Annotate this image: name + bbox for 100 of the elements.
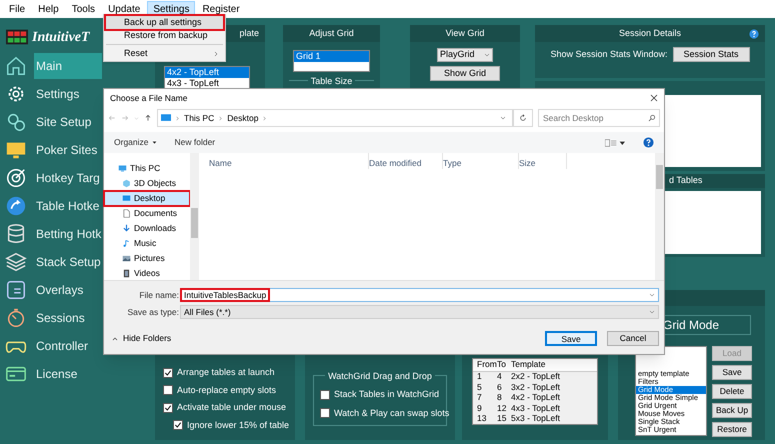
document-icon <box>122 209 131 218</box>
file-type-dropdown[interactable]: All Files (*.*) <box>180 305 659 319</box>
list-item[interactable]: Grid 1 <box>294 51 369 62</box>
toolbar-button[interactable]: New folder <box>174 136 216 149</box>
checkbox[interactable] <box>320 408 330 418</box>
checkbox[interactable] <box>173 420 183 430</box>
sidebar-item[interactable]: Site Setup <box>34 109 92 135</box>
sidebar-item[interactable]: Sessions <box>34 305 85 331</box>
menu-item-label: Restore from backup <box>124 28 208 42</box>
template-button[interactable]: Back Up <box>712 403 752 418</box>
column-header[interactable]: Type <box>443 153 519 169</box>
checkbox[interactable] <box>163 402 173 413</box>
table-cell-text: 3x2 - TopLeft <box>510 381 561 394</box>
list-item[interactable]: 4x2 - TopLeft <box>165 67 249 78</box>
sidebar-item[interactable]: Settings <box>34 81 80 107</box>
folder-tree-item[interactable]: 3D Objects <box>104 176 190 191</box>
table-cell-text: 4 <box>496 370 503 384</box>
menu-item-label: Back up all settings <box>124 16 202 29</box>
panel-title: plate <box>239 26 259 40</box>
folder-tree-item[interactable]: Music <box>104 236 190 251</box>
scrollbar[interactable] <box>655 153 664 280</box>
grid-dropdown[interactable]: PlayGrid <box>437 48 493 62</box>
checkbox[interactable] <box>163 368 173 378</box>
chevron-down-icon <box>649 309 655 315</box>
scrollbar[interactable] <box>190 153 199 280</box>
address-bar[interactable]: This PC Desktop <box>157 109 513 127</box>
template-button[interactable]: Save <box>712 365 752 380</box>
column-header[interactable]: To <box>495 358 509 371</box>
search-icon <box>648 114 656 122</box>
folder-tree-item[interactable]: Documents <box>104 206 190 221</box>
list-box[interactable]: Grid 1 <box>293 50 370 72</box>
target-icon <box>5 167 27 189</box>
toolbar-button[interactable]: Organize <box>114 136 156 149</box>
checkbox-label: Activate table under mouse <box>177 401 286 414</box>
folder-tree-item[interactable]: Desktop <box>104 191 190 206</box>
help-icon <box>749 29 759 39</box>
sidebar-item[interactable]: License <box>34 361 78 387</box>
chevron-right-icon <box>175 116 180 120</box>
table-cell-text: 8 <box>496 391 503 404</box>
checkbox[interactable] <box>163 385 173 396</box>
template-button[interactable]: Delete <box>712 384 752 399</box>
checkbox-label: Stack Tables in WatchGrid <box>334 388 440 401</box>
column-header[interactable]: Date modified <box>369 153 443 169</box>
monitor-icon <box>122 194 131 203</box>
column-header[interactable]: Size <box>519 153 567 169</box>
breadcrumb-item[interactable]: Desktop <box>227 112 258 124</box>
sidebar-item[interactable]: Table Hotke <box>34 193 100 219</box>
dialog-title: Choose a File Name <box>110 92 188 104</box>
refresh-icon <box>519 114 527 122</box>
sidebar-item[interactable]: Stack Setup <box>34 249 101 275</box>
panel-title: Adjust Grid <box>309 26 354 40</box>
table-cell-text: 1 <box>476 370 483 384</box>
list-box[interactable]: 4x2 - TopLeft 4x3 - TopLeft <box>164 66 250 90</box>
folder-tree-item[interactable]: Downloads <box>104 221 190 236</box>
chevron-right-icon <box>262 116 268 120</box>
menu-item[interactable]: Reset <box>106 47 223 60</box>
search-field[interactable]: Search Desktop <box>538 109 660 127</box>
field-label: File name: <box>138 288 180 302</box>
list-item[interactable]: 4x3 - TopLeft <box>165 78 249 89</box>
folder-tree-item[interactable]: This PC <box>104 161 190 176</box>
forward-arrow-icon <box>121 114 129 122</box>
column-header[interactable]: From <box>475 358 495 371</box>
checkbox[interactable] <box>320 390 330 400</box>
menu-item[interactable]: Help <box>32 1 65 17</box>
window-icon <box>5 279 27 301</box>
template-button[interactable]: Restore <box>712 422 752 437</box>
breadcrumb-item[interactable]: This PC <box>184 112 214 124</box>
field-label: Show Session Stats Window: <box>550 48 668 61</box>
folder-tree-item[interactable]: Pictures <box>104 251 190 266</box>
chevron-down-icon <box>649 292 655 298</box>
menu-item[interactable]: Restore from backup <box>106 29 223 42</box>
panel-title: View Grid <box>446 26 484 40</box>
sidebar-item[interactable]: Hotkey Targ <box>34 165 100 191</box>
dropdown-value: All Files (*.*) <box>184 306 231 318</box>
sidebar-item[interactable]: Controller <box>34 333 88 359</box>
menu-item[interactable]: Back up all settings <box>106 16 223 29</box>
menu-item[interactable]: File <box>3 1 32 17</box>
show-grid-button[interactable]: Show Grid <box>430 66 500 81</box>
sidebar-item[interactable]: Overlays <box>34 277 84 303</box>
hide-folders-button[interactable]: Hide Folders <box>104 332 172 345</box>
sidebar-item[interactable]: Poker Sites <box>34 137 98 163</box>
checkbox-label: Watch & Play can swap slots <box>334 406 450 420</box>
menu-item[interactable]: Tools <box>66 1 102 17</box>
cube-icon <box>122 179 131 188</box>
refresh-button[interactable] <box>513 109 533 127</box>
table-cell-text: 13 <box>476 412 488 426</box>
menu-item[interactable]: Register <box>196 1 246 17</box>
folder-tree-item[interactable]: Videos <box>104 266 190 281</box>
menu-item[interactable]: Update <box>102 1 146 17</box>
session-stats-button[interactable]: Session Stats <box>672 47 750 62</box>
close-icon <box>650 94 658 102</box>
dialog-button[interactable]: Save <box>545 331 597 346</box>
sidebar-item[interactable]: Betting Hotk <box>34 221 102 247</box>
arrow-circle-icon <box>5 195 27 217</box>
dialog-button[interactable]: Cancel <box>607 331 659 346</box>
file-name-field[interactable]: IntuitiveTablesBackup <box>180 288 659 302</box>
table-cell-text: 6 <box>496 380 503 394</box>
column-header[interactable]: Name <box>209 153 369 169</box>
column-header[interactable]: Template <box>509 358 595 371</box>
monitor-icon <box>118 164 127 173</box>
